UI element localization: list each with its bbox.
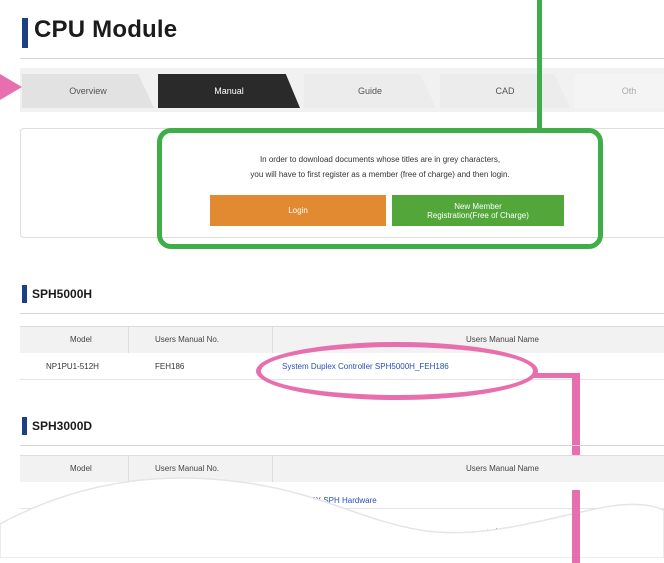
- table-header: [20, 455, 664, 483]
- column-header-manual-no: Users Manual No.: [155, 464, 220, 473]
- tab-guide[interactable]: Guide: [304, 74, 436, 108]
- cell-model: NP1PU1-512H: [46, 362, 99, 371]
- column-header-manual-no: Users Manual No.: [155, 335, 220, 344]
- cell-manual-no: FEH2..: [155, 490, 180, 499]
- section-title: SPH5000H: [32, 287, 93, 301]
- tab-overview[interactable]: Overview: [22, 74, 154, 108]
- green-highlight-frame: [157, 128, 603, 249]
- header-divider: [20, 58, 664, 59]
- tab-cad[interactable]: CAD: [440, 74, 570, 108]
- page-title: CPU Module: [34, 16, 178, 43]
- page: CPU Module Overview Manual Guide CAD Oth…: [0, 0, 664, 563]
- title-accent-bar: [22, 18, 28, 48]
- column-header-manual-name: Users Manual Name: [466, 335, 539, 344]
- pink-connector-vertical: [572, 490, 580, 558]
- pink-arrow-icon: [0, 74, 22, 100]
- column-header-manual-name: Users Manual Name: [466, 464, 539, 473]
- section-divider: [20, 445, 664, 446]
- tab-manual[interactable]: Manual: [158, 74, 300, 108]
- manual-link[interactable]: ...RRIX-SX SPH Hardware: [282, 496, 377, 505]
- manual-link[interactable]: ...unications: [480, 527, 523, 536]
- section-accent-bar: [22, 285, 27, 303]
- section-title: SPH3000D: [32, 419, 93, 433]
- column-header-model: Model: [70, 464, 92, 473]
- section-accent-bar: [22, 417, 27, 435]
- cell-manual-no: FEH186: [155, 362, 185, 371]
- tab-other[interactable]: Oth: [574, 74, 664, 108]
- column-header-model: Model: [70, 335, 92, 344]
- green-callout-connector: [537, 0, 542, 130]
- section-divider: [20, 313, 664, 314]
- pink-highlight-oval: [256, 342, 538, 400]
